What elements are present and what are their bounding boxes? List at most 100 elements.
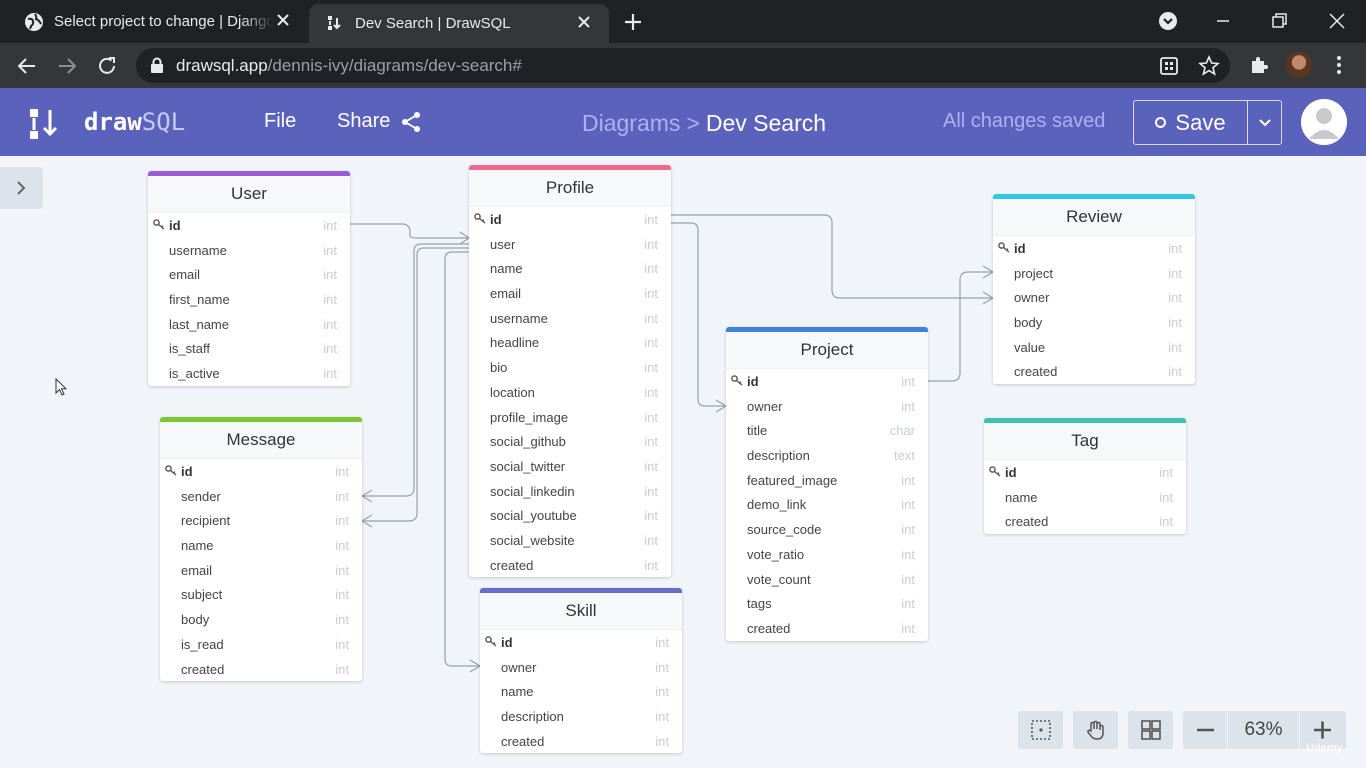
minimize-icon[interactable] [1212,10,1234,32]
column-row[interactable]: email int [469,281,671,306]
column-row[interactable]: demo_link int [726,492,928,517]
column-row[interactable]: location int [469,380,671,405]
more-menu-icon[interactable] [1328,54,1350,76]
column-row[interactable]: description text [726,443,928,468]
column-row[interactable]: name int [480,679,682,704]
relation-project-review[interactable] [927,271,993,382]
column-row[interactable]: id int [148,213,350,238]
hand-tool-button[interactable] [1073,711,1118,749]
grid-layout-button[interactable] [1128,711,1173,749]
column-row[interactable]: owner int [480,655,682,680]
table-title[interactable]: Profile [469,170,671,207]
relation-user-profile[interactable] [350,223,469,239]
column-row[interactable]: owner int [726,394,928,419]
column-row[interactable]: featured_image int [726,468,928,493]
column-row[interactable]: last_name int [148,312,350,337]
column-row[interactable]: tags int [726,591,928,616]
column-row[interactable]: owner int [993,285,1195,310]
column-row[interactable]: name int [469,256,671,281]
tab-search-icon[interactable] [1158,11,1178,31]
table-title[interactable]: Skill [480,593,682,630]
diagram-canvas[interactable]: User id int username int email int first_name in… [0,156,1366,768]
url-text[interactable]: drawsql.app/dennis-ivy/diagrams/dev-sear… [176,56,522,76]
table-review[interactable]: Review id int project int owner int body int valu… [993,194,1195,385]
browser-profile-avatar[interactable] [1286,52,1312,78]
column-row[interactable]: subject int [160,582,362,607]
column-row[interactable]: vote_ratio int [726,542,928,567]
column-row[interactable]: sender int [160,484,362,509]
column-row[interactable]: created int [480,729,682,754]
column-row[interactable]: is_read int [160,632,362,657]
screenshot-icon[interactable] [1158,55,1180,77]
breadcrumb-diagrams-link[interactable]: Diagrams [582,110,680,136]
table-tag[interactable]: Tag id int name int created int [984,418,1186,535]
back-icon[interactable] [16,55,38,77]
column-row[interactable]: created int [984,509,1186,534]
save-dropdown-button[interactable] [1247,101,1281,144]
column-row[interactable]: vote_count int [726,567,928,592]
table-message[interactable]: Message id int sender int recipient int name int… [160,417,362,682]
address-bar[interactable]: drawsql.app/dennis-ivy/diagrams/dev-sear… [136,48,1230,83]
column-row[interactable]: social_linkedin int [469,479,671,504]
column-row[interactable]: email int [148,262,350,287]
close-window-icon[interactable] [1326,10,1348,32]
column-row[interactable]: id int [480,630,682,655]
table-project[interactable]: Project id int owner int title char description… [726,327,928,641]
user-avatar[interactable] [1301,99,1347,145]
bookmark-star-icon[interactable] [1198,55,1220,77]
diagram-title[interactable]: Dev Search [706,110,826,136]
file-menu[interactable]: File [264,110,296,133]
column-row[interactable]: created int [993,359,1195,384]
reload-icon[interactable] [96,55,118,77]
zoom-out-button[interactable] [1183,711,1228,749]
table-title[interactable]: User [148,176,350,213]
table-title[interactable]: Tag [984,423,1186,460]
column-row[interactable]: username int [148,238,350,263]
column-row[interactable]: first_name int [148,287,350,312]
browser-tab-drawsql[interactable]: Dev Search | DrawSQL [309,4,609,43]
restore-icon[interactable] [1268,10,1290,32]
relation-profile-review[interactable] [670,214,993,299]
close-tab-icon[interactable] [575,13,593,31]
column-row[interactable]: is_active int [148,361,350,386]
column-row[interactable]: id int [993,236,1195,261]
column-row[interactable]: social_github int [469,429,671,454]
column-row[interactable]: created int [469,553,671,578]
column-row[interactable]: social_website int [469,528,671,553]
share-menu[interactable]: Share [337,110,422,133]
column-row[interactable]: name int [160,533,362,558]
new-tab-icon[interactable] [622,11,644,33]
column-row[interactable]: source_code int [726,517,928,542]
column-row[interactable]: project int [993,261,1195,286]
table-title[interactable]: Review [993,199,1195,236]
column-row[interactable]: description int [480,704,682,729]
column-row[interactable]: recipient int [160,508,362,533]
browser-tab-django[interactable]: Select project to change | Django [0,0,308,43]
column-row[interactable]: body int [993,310,1195,335]
column-row[interactable]: value int [993,335,1195,360]
close-tab-icon[interactable] [274,11,292,29]
column-row[interactable]: social_twitter int [469,454,671,479]
drawsql-logo-icon[interactable] [28,107,62,141]
table-title[interactable]: Project [726,332,928,369]
column-row[interactable]: username int [469,306,671,331]
table-skill[interactable]: Skill id int owner int name int description int c… [480,588,682,754]
forward-icon[interactable] [56,55,78,77]
relation-profile-message-recipient[interactable] [362,247,469,522]
extensions-icon[interactable] [1248,54,1270,76]
column-row[interactable]: id int [726,369,928,394]
table-title[interactable]: Message [160,422,362,459]
zoom-level[interactable]: 63% [1228,711,1300,749]
column-row[interactable]: email int [160,558,362,583]
column-row[interactable]: id int [160,459,362,484]
column-row[interactable]: bio int [469,355,671,380]
column-row[interactable]: social_youtube int [469,503,671,528]
column-row[interactable]: created int [160,657,362,682]
table-profile[interactable]: Profile id int user int name int email int userna… [469,165,671,578]
save-button[interactable]: Save [1134,101,1247,144]
column-row[interactable]: id int [984,460,1186,485]
column-row[interactable]: headline int [469,330,671,355]
table-user[interactable]: User id int username int email int first_name in… [148,171,350,386]
relation-profile-message-sender[interactable] [362,243,469,497]
fit-screen-button[interactable] [1018,711,1063,749]
